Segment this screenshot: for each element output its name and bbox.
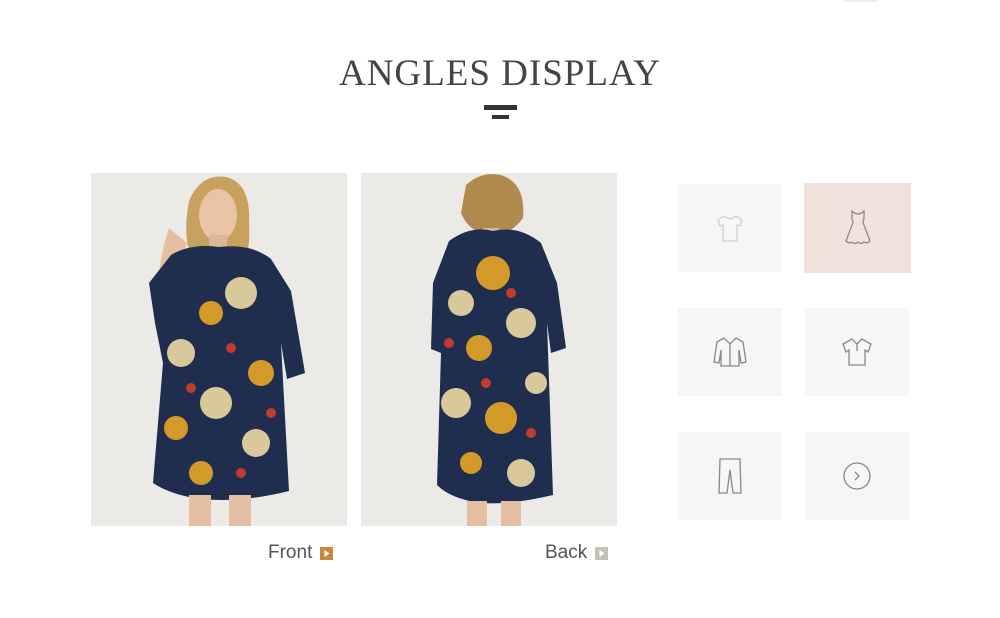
thumb-tshirt[interactable] bbox=[678, 184, 782, 272]
play-icon bbox=[320, 546, 334, 560]
thumb-shirt[interactable] bbox=[678, 308, 782, 396]
polo-icon bbox=[842, 338, 872, 366]
thumb-pants[interactable] bbox=[678, 432, 782, 520]
thumb-next[interactable] bbox=[805, 432, 909, 520]
tshirt-icon bbox=[717, 215, 743, 242]
front-caption[interactable]: Front bbox=[268, 542, 334, 564]
dress-icon bbox=[844, 209, 871, 245]
shirt-icon bbox=[713, 337, 747, 367]
thumb-dress[interactable] bbox=[804, 183, 911, 273]
play-icon bbox=[595, 546, 609, 560]
front-photo[interactable] bbox=[91, 173, 347, 526]
title-underline bbox=[484, 105, 517, 119]
pants-icon bbox=[718, 458, 742, 494]
front-caption-label: Front bbox=[268, 542, 313, 563]
back-photo[interactable] bbox=[361, 173, 617, 526]
top-scroll-mark bbox=[843, 0, 879, 2]
thumb-polo[interactable] bbox=[805, 308, 909, 396]
back-caption-label: Back bbox=[545, 542, 588, 563]
chevron-right-icon bbox=[843, 462, 871, 490]
section-title: ANGLES DISPLAY bbox=[338, 53, 662, 94]
back-caption[interactable]: Back bbox=[545, 542, 609, 564]
